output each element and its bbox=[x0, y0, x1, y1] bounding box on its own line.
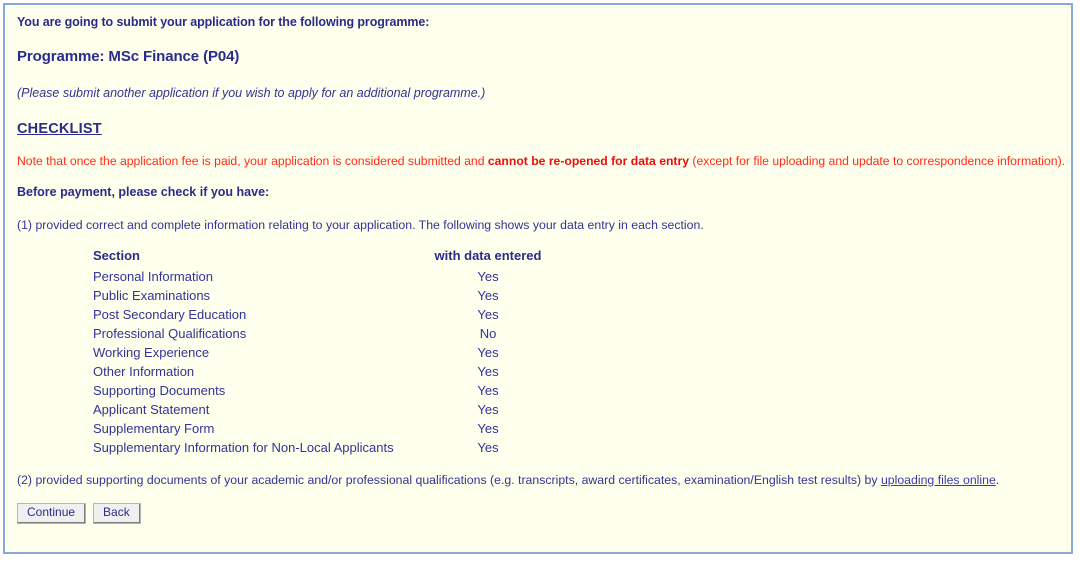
section-name: Supplementary Information for Non-Local … bbox=[93, 440, 394, 455]
table-row: Supplementary Information for Non-Local … bbox=[93, 438, 573, 457]
section-entered-value: Yes bbox=[477, 383, 499, 398]
section-name: Public Examinations bbox=[93, 288, 211, 303]
section-entered-value: Yes bbox=[477, 288, 499, 303]
table-row: Professional Qualifications No bbox=[93, 324, 573, 343]
payment-warning: Note that once the application fee is pa… bbox=[17, 154, 1065, 168]
payment-warning-suffix: (except for file uploading and update to… bbox=[689, 154, 1066, 168]
section-name: Other Information bbox=[93, 364, 195, 379]
section-entered-value: Yes bbox=[477, 421, 499, 436]
checklist-heading-row: CHECKLIST bbox=[17, 121, 1061, 137]
table-row: Applicant Statement Yes bbox=[93, 400, 573, 419]
submission-checklist-panel: You are going to submit your application… bbox=[3, 3, 1073, 554]
section-name: Professional Qualifications bbox=[93, 326, 247, 341]
before-payment-heading: Before payment, please check if you have… bbox=[17, 185, 270, 199]
section-entered-value: No bbox=[479, 326, 497, 341]
page-wrapper: You are going to submit your application… bbox=[0, 0, 1080, 563]
section-name: Applicant Statement bbox=[93, 402, 210, 417]
section-entered-value: Yes bbox=[477, 307, 499, 322]
table-row: Public Examinations Yes bbox=[93, 286, 573, 305]
another-application-note: (Please submit another application if yo… bbox=[17, 86, 486, 100]
section-entered-value: Yes bbox=[477, 364, 499, 379]
programme-title: Programme: MSc Finance (P04) bbox=[17, 48, 240, 65]
checklist-item-2: (2) provided supporting documents of you… bbox=[17, 473, 1061, 487]
section-entered-value: Yes bbox=[477, 269, 499, 284]
data-entry-table: Section with data entered Personal Infor… bbox=[93, 246, 573, 457]
button-row: Continue Back bbox=[17, 503, 1061, 524]
table-header-row: Section with data entered bbox=[93, 246, 573, 267]
checklist-item-2-prefix: (2) provided supporting documents of you… bbox=[17, 473, 881, 487]
table-row: Other Information Yes bbox=[93, 362, 573, 381]
table-row: Supplementary Form Yes bbox=[93, 419, 573, 438]
checklist-item-2-suffix: . bbox=[995, 473, 1000, 487]
checklist-item-1: (1) provided correct and complete inform… bbox=[17, 218, 704, 232]
upload-files-online-link[interactable]: uploading files online bbox=[881, 473, 996, 487]
section-name: Working Experience bbox=[93, 345, 210, 360]
section-entered-value: Yes bbox=[477, 440, 499, 455]
payment-warning-emphasis: cannot be re-opened for data entry bbox=[487, 154, 689, 168]
continue-button[interactable]: Continue bbox=[17, 503, 87, 524]
table-row: Working Experience Yes bbox=[93, 343, 573, 362]
section-name: Supplementary Form bbox=[93, 421, 215, 436]
payment-warning-prefix: Note that once the application fee is pa… bbox=[17, 154, 488, 168]
section-name: Personal Information bbox=[93, 269, 213, 284]
table-row: Post Secondary Education Yes bbox=[93, 305, 573, 324]
section-entered-value: Yes bbox=[477, 345, 499, 360]
column-header-entered: with data entered bbox=[434, 248, 542, 263]
section-name: Post Secondary Education bbox=[93, 307, 247, 322]
intro-text: You are going to submit your application… bbox=[17, 15, 430, 29]
checklist-heading-link[interactable]: CHECKLIST bbox=[17, 121, 102, 137]
section-name: Supporting Documents bbox=[93, 383, 226, 398]
back-button[interactable]: Back bbox=[93, 503, 141, 524]
table-body: Personal Information Yes Public Examinat… bbox=[93, 267, 573, 457]
table-row: Personal Information Yes bbox=[93, 267, 573, 286]
section-entered-value: Yes bbox=[477, 402, 499, 417]
table-row: Supporting Documents Yes bbox=[93, 381, 573, 400]
column-header-section: Section bbox=[93, 248, 140, 263]
